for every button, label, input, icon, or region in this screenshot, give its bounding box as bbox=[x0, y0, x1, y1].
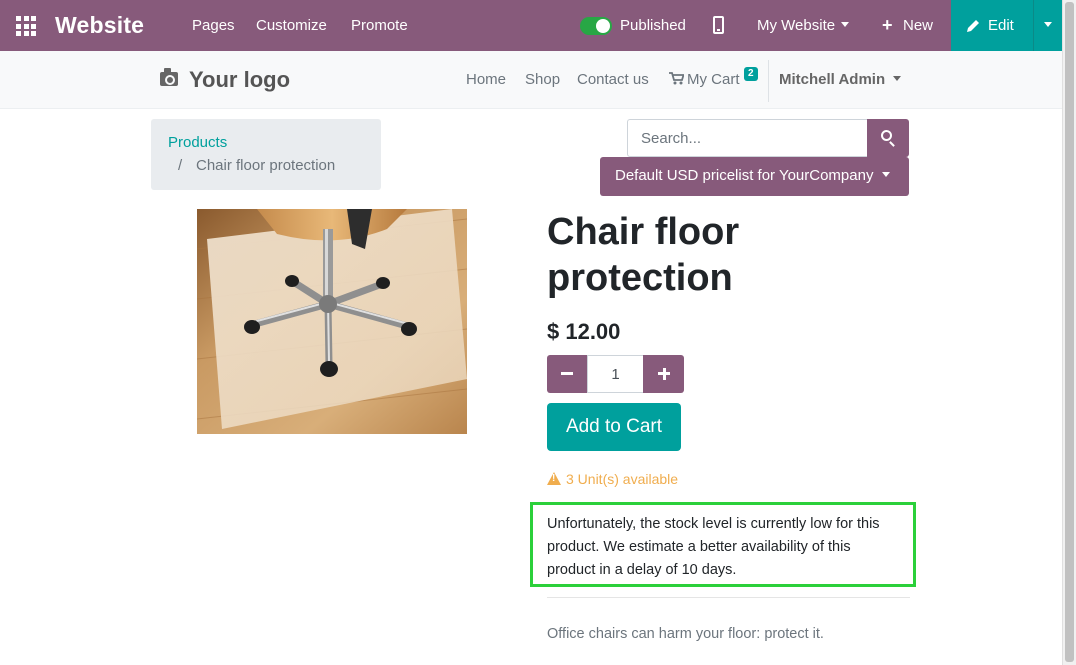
availability-status: 3 Unit(s) available bbox=[547, 471, 678, 487]
search-button[interactable] bbox=[867, 119, 909, 157]
my-cart-label: My Cart bbox=[687, 71, 740, 88]
menu-pages[interactable]: Pages bbox=[192, 17, 235, 34]
site-logo[interactable]: Your logo bbox=[160, 65, 290, 95]
add-to-cart-button[interactable]: Add to Cart bbox=[547, 403, 681, 451]
nav-contact-us[interactable]: Contact us bbox=[577, 71, 649, 88]
chevron-down-icon bbox=[882, 172, 891, 178]
published-toggle[interactable] bbox=[580, 17, 612, 35]
breadcrumb-products-link[interactable]: Products bbox=[168, 134, 227, 151]
quantity-increase-button[interactable] bbox=[643, 355, 684, 393]
quantity-input[interactable] bbox=[587, 355, 644, 393]
nav-divider bbox=[768, 60, 769, 102]
edit-label: Edit bbox=[988, 17, 1014, 34]
warning-icon bbox=[547, 472, 561, 485]
my-website-label: My Website bbox=[757, 17, 836, 34]
chevron-down-icon bbox=[893, 76, 902, 82]
user-menu[interactable]: Mitchell Admin bbox=[779, 71, 902, 88]
quantity-decrease-button[interactable] bbox=[547, 355, 587, 393]
divider bbox=[547, 597, 910, 598]
breadcrumb: Products / Chair floor protection bbox=[151, 119, 381, 190]
new-button[interactable]: New bbox=[903, 17, 933, 34]
nav-shop[interactable]: Shop bbox=[525, 71, 560, 88]
user-name: Mitchell Admin bbox=[779, 71, 886, 88]
chevron-down-icon bbox=[1044, 22, 1052, 27]
product-price: $ 12.00 bbox=[547, 319, 621, 344]
camera-icon bbox=[160, 67, 178, 86]
nav-my-cart[interactable]: My Cart bbox=[669, 71, 740, 88]
product-image[interactable] bbox=[197, 209, 467, 434]
admin-navbar: Website Pages Customize Promote Publishe… bbox=[0, 0, 1062, 51]
pencil-icon bbox=[967, 20, 979, 32]
menu-promote[interactable]: Promote bbox=[351, 17, 408, 34]
breadcrumb-separator: / bbox=[178, 157, 183, 174]
search-icon bbox=[881, 130, 892, 141]
shopping-cart-icon bbox=[669, 72, 685, 85]
logo-text: Your logo bbox=[189, 67, 291, 92]
chevron-down-icon bbox=[841, 22, 850, 28]
mobile-preview-icon[interactable] bbox=[713, 16, 724, 34]
pricelist-label: Default USD pricelist for YourCompany bbox=[615, 167, 874, 184]
low-stock-message: Unfortunately, the stock level is curren… bbox=[530, 502, 916, 587]
page-scrollbar[interactable] bbox=[1062, 0, 1076, 665]
edit-button[interactable]: Edit bbox=[951, 0, 1033, 51]
breadcrumb-current: Chair floor protection bbox=[196, 157, 336, 174]
menu-customize[interactable]: Customize bbox=[256, 17, 327, 34]
product-title: Chair floor protection bbox=[547, 211, 740, 299]
website-navbar: Your logo Home Shop Contact us My Cart bbox=[0, 51, 1062, 109]
edit-dropdown-toggle[interactable] bbox=[1033, 0, 1062, 51]
cart-count-badge: 2 bbox=[744, 67, 758, 81]
product-description: Office chairs can harm your floor: prote… bbox=[547, 626, 824, 642]
published-label[interactable]: Published bbox=[620, 17, 686, 34]
apps-grid-icon[interactable] bbox=[16, 16, 36, 36]
scrollbar-thumb[interactable] bbox=[1065, 2, 1074, 662]
pricelist-dropdown[interactable]: Default USD pricelist for YourCompany bbox=[600, 157, 909, 196]
plus-icon[interactable]: + bbox=[882, 16, 893, 34]
app-name[interactable]: Website bbox=[55, 12, 144, 39]
availability-text: 3 Unit(s) available bbox=[566, 471, 679, 487]
chair-floor-mat-photo bbox=[197, 209, 467, 434]
search-input[interactable] bbox=[627, 119, 868, 157]
my-website-dropdown[interactable]: My Website bbox=[757, 17, 850, 34]
nav-home[interactable]: Home bbox=[466, 71, 506, 88]
